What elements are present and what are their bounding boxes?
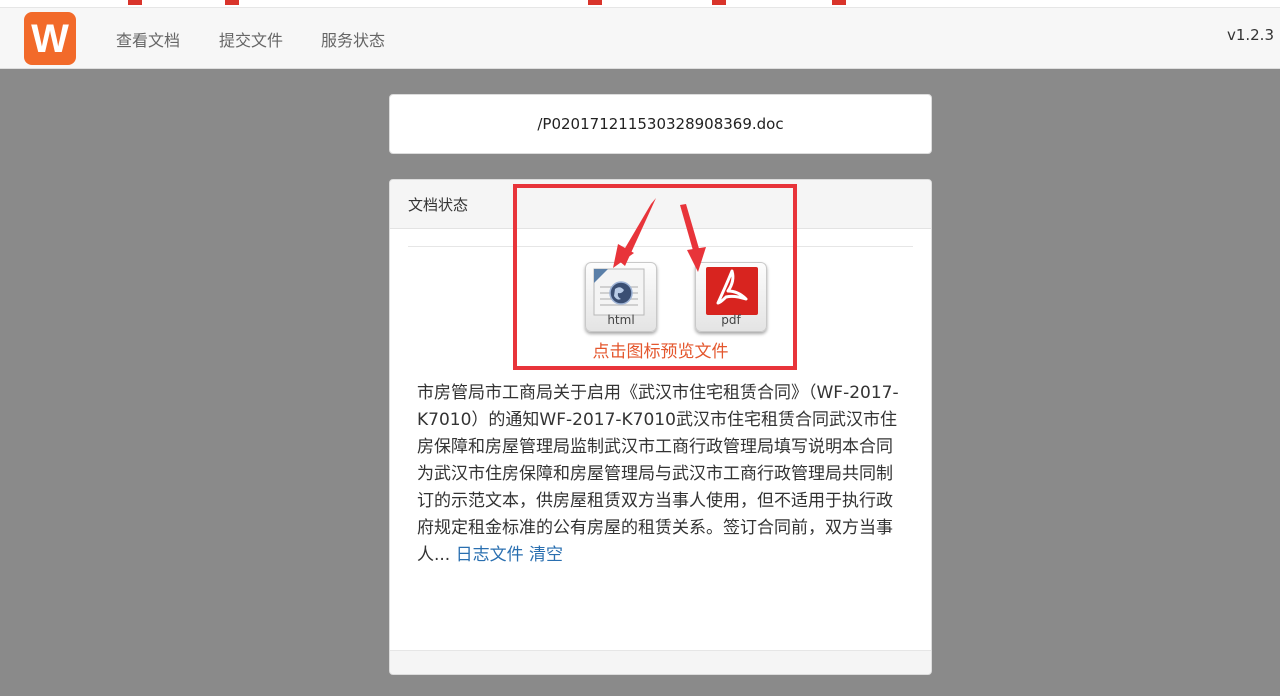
pdf-file-icon <box>706 267 758 315</box>
html-label: html <box>607 313 635 327</box>
nav-view-docs[interactable]: 查看文档 <box>116 27 180 51</box>
status-panel-footer <box>390 650 931 674</box>
bookmark-icon[interactable] <box>225 0 239 5</box>
file-path: /P020171211530328908369.doc <box>537 115 784 133</box>
bookmark-icon[interactable] <box>712 0 726 5</box>
divider <box>408 246 913 247</box>
preview-hint: 点击图标预览文件 <box>592 342 729 362</box>
log-file-link[interactable]: 日志文件 <box>456 545 524 565</box>
clear-link[interactable]: 清空 <box>529 545 563 565</box>
nav-submit-file[interactable]: 提交文件 <box>219 27 283 51</box>
pdf-preview-button[interactable]: pdf <box>695 262 767 332</box>
status-panel-header: 文档状态 <box>390 180 931 229</box>
navbar: W 查看文档 提交文件 服务状态 v1.2.3 <box>0 8 1280 69</box>
browser-bookmarks-strip <box>0 0 1280 8</box>
document-description: 市房管局市工商局关于启用《武汉市住宅租赁合同》（WF-2017-K7010）的通… <box>417 380 909 569</box>
pdf-label: pdf <box>721 313 741 327</box>
app-logo[interactable]: W <box>24 12 76 65</box>
nav-service-status[interactable]: 服务状态 <box>321 27 385 51</box>
description-text: 市房管局市工商局关于启用《武汉市住宅租赁合同》（WF-2017-K7010）的通… <box>417 383 899 565</box>
logo-letter: W <box>31 16 69 61</box>
html-preview-button[interactable]: html <box>585 262 657 332</box>
file-path-panel: /P020171211530328908369.doc <box>389 94 932 154</box>
bookmark-icon[interactable] <box>832 0 846 5</box>
html-file-icon <box>593 268 645 316</box>
document-status-panel: 文档状态 html pdf 点击图标预览文件 市房管局市工商局关于启用《武汉市住… <box>389 179 932 675</box>
version-label: v1.2.3 <box>1226 26 1274 44</box>
bookmark-icon[interactable] <box>128 0 142 5</box>
bookmark-icon[interactable] <box>588 0 602 5</box>
status-title: 文档状态 <box>408 196 469 214</box>
